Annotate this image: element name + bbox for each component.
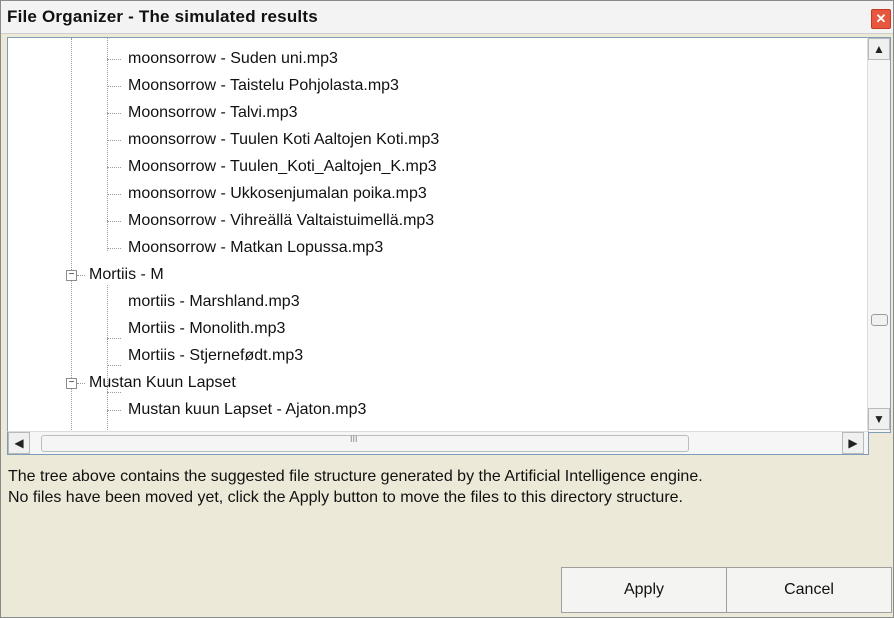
scroll-left-button[interactable]: ◀	[8, 432, 30, 454]
chevron-right-icon: ▶	[848, 436, 858, 450]
close-button[interactable]: ✕	[871, 9, 891, 29]
vertical-scroll-thumb[interactable]	[871, 314, 888, 326]
button-bar: Apply Cancel	[561, 567, 893, 617]
file-organizer-window: File Organizer - The simulated results ✕…	[0, 0, 894, 618]
chevron-up-icon: ▲	[873, 42, 885, 56]
tree-guide-line	[107, 38, 108, 251]
window-title: File Organizer - The simulated results	[7, 7, 318, 26]
tree-file[interactable]: Moonsorrow - Taistelu Pohjolasta.mp3	[128, 76, 399, 96]
tree-connector	[107, 140, 121, 141]
tree-connector	[107, 410, 121, 411]
file-tree[interactable]: moonsorrow - Suden uni.mp3 Moonsorrow - …	[7, 37, 868, 433]
scroll-right-button[interactable]: ▶	[842, 432, 864, 454]
tree-guide-line	[71, 38, 72, 432]
tree-connector	[77, 383, 85, 384]
tree-guide-line	[107, 393, 108, 432]
chevron-down-icon: ▼	[873, 412, 885, 426]
scroll-up-button[interactable]: ▲	[868, 38, 890, 60]
grip-icon: III	[350, 434, 358, 444]
tree-connector	[107, 365, 121, 366]
cancel-button[interactable]: Cancel	[726, 567, 892, 613]
close-icon: ✕	[875, 11, 887, 26]
tree-file[interactable]: moonsorrow - Ukkosenjumalan poika.mp3	[128, 184, 427, 204]
tree-file[interactable]: Moonsorrow - Tuulen_Koti_Aaltojen_K.mp3	[128, 157, 437, 177]
scroll-down-button[interactable]: ▼	[868, 408, 890, 430]
tree-file[interactable]: Mortiis - Monolith.mp3	[128, 319, 285, 339]
description-line: No files have been moved yet, click the …	[8, 489, 683, 506]
tree-file[interactable]: Mustan kuun Lapset - Ajaton.mp3	[128, 400, 366, 420]
vertical-scrollbar[interactable]: ▲ ▼	[867, 37, 891, 433]
tree-connector	[107, 194, 121, 195]
tree-file[interactable]: mortiis - Marshland.mp3	[128, 292, 300, 312]
description-text: The tree above contains the suggested fi…	[8, 466, 888, 508]
tree-content: moonsorrow - Suden uni.mp3 Moonsorrow - …	[8, 38, 848, 432]
title-bar[interactable]: File Organizer - The simulated results ✕	[1, 1, 893, 34]
tree-folder[interactable]: Mortiis - M	[89, 265, 164, 285]
apply-button[interactable]: Apply	[561, 567, 727, 613]
tree-connector	[77, 275, 85, 276]
tree-connector	[107, 59, 121, 60]
horizontal-scrollbar[interactable]: ◀ III ▶	[7, 431, 869, 455]
tree-folder[interactable]: Mustan Kuun Lapset	[89, 373, 236, 393]
tree-connector	[107, 86, 121, 87]
tree-connector	[107, 221, 121, 222]
tree-connector	[107, 167, 121, 168]
tree-file[interactable]: Moonsorrow - Talvi.mp3	[128, 103, 298, 123]
tree-file[interactable]: Moonsorrow - Matkan Lopussa.mp3	[128, 238, 383, 258]
tree-file[interactable]: moonsorrow - Tuulen Koti Aaltojen Koti.m…	[128, 130, 439, 150]
tree-connector	[107, 338, 121, 339]
collapse-icon[interactable]: −	[66, 270, 77, 281]
tree-connector	[107, 113, 121, 114]
horizontal-scroll-thumb[interactable]: III	[41, 434, 689, 452]
tree-file[interactable]: Mortiis - Stjernefødt.mp3	[128, 346, 303, 366]
tree-file[interactable]: Moonsorrow - Vihreällä Valtaistuimellä.m…	[128, 211, 434, 231]
description-line: The tree above contains the suggested fi…	[8, 468, 703, 485]
tree-file[interactable]: moonsorrow - Suden uni.mp3	[128, 49, 338, 69]
collapse-icon[interactable]: −	[66, 378, 77, 389]
chevron-left-icon: ◀	[14, 436, 24, 450]
tree-connector	[107, 248, 121, 249]
